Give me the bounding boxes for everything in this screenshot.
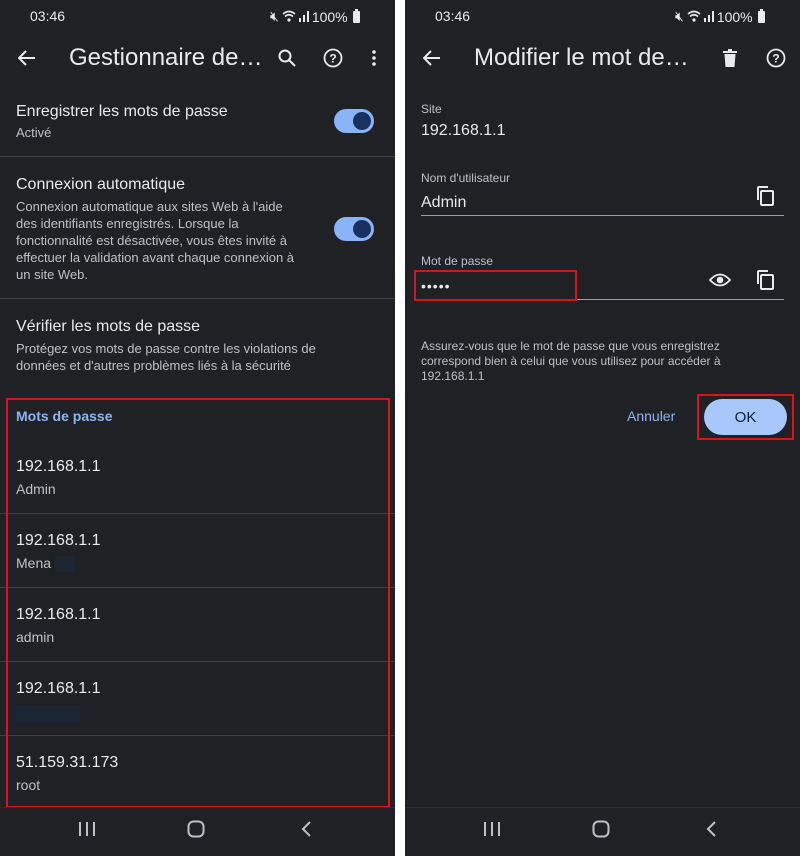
auto-signin-title: Connexion automatique [16, 176, 186, 193]
divider [0, 156, 395, 157]
copy-password-icon[interactable] [750, 265, 780, 295]
username-label: Nom d'utilisateur [421, 171, 510, 185]
status-icons: 🔇︎ 100% [270, 8, 360, 25]
mute-icon: 🔇︎ [270, 8, 279, 24]
help-icon[interactable]: ? [761, 43, 791, 73]
battery-percent: 100% [311, 8, 348, 25]
password-label: Mot de passe [421, 254, 494, 268]
check-passwords-title[interactable]: Vérifier les mots de passe [16, 318, 200, 336]
highlight-box [414, 270, 577, 301]
page-title: Gestionnaire de… [69, 44, 263, 71]
check-passwords-description: Protégez vos mots de passe contre les vi… [16, 341, 316, 373]
copy-username-icon[interactable] [750, 181, 780, 211]
home-icon[interactable] [187, 820, 205, 844]
toggle-knob [353, 112, 371, 130]
highlight-box [6, 398, 390, 808]
cancel-button[interactable]: Annuler [627, 408, 675, 424]
wifi-icon [282, 9, 296, 25]
auto-signin-description: Connexion automatique aux sites Web à l'… [16, 199, 295, 282]
back-nav-icon[interactable] [300, 820, 312, 843]
battery-icon [352, 8, 360, 23]
wifi-icon [687, 9, 701, 25]
recent-apps-icon[interactable] [78, 820, 96, 843]
page-title: Modifier le mot de… [474, 44, 689, 71]
divider [0, 298, 395, 299]
password-hint-text: Assurez-vous que le mot de passe que vou… [421, 339, 721, 383]
save-passwords-status: Activé [16, 125, 52, 140]
battery-icon [757, 8, 765, 23]
battery-percent: 100% [716, 8, 753, 25]
site-label: Site [421, 102, 442, 116]
password-manager-screen: 03:46 🔇︎ 100% Gestionnaire de… ? Enregis… [0, 0, 395, 856]
username-field[interactable]: Admin [421, 194, 466, 212]
more-options-icon[interactable] [359, 43, 389, 73]
status-time: 03:46 [435, 8, 471, 24]
save-passwords-toggle[interactable] [334, 109, 374, 133]
edit-password-screen: 03:46 🔇︎ 100% Modifier le mot de… ? Site… [405, 0, 800, 856]
auto-signin-toggle[interactable] [334, 217, 374, 241]
mute-icon: 🔇︎ [675, 8, 684, 24]
search-icon[interactable] [272, 43, 302, 73]
back-nav-icon[interactable] [705, 820, 717, 843]
signal-icon [703, 9, 714, 25]
signal-icon [298, 9, 309, 25]
toggle-knob [353, 220, 371, 238]
svg-text:?: ? [329, 52, 336, 66]
navigation-bar [405, 807, 800, 856]
highlight-box [697, 394, 794, 440]
username-underline [421, 215, 784, 216]
show-password-eye-icon[interactable] [705, 265, 735, 295]
recent-apps-icon[interactable] [483, 820, 501, 843]
back-arrow-icon[interactable] [417, 43, 447, 73]
svg-text:?: ? [772, 52, 779, 66]
status-time: 03:46 [30, 8, 66, 24]
home-icon[interactable] [592, 820, 610, 844]
back-arrow-icon[interactable] [12, 43, 42, 73]
delete-icon[interactable] [715, 43, 745, 73]
site-value: 192.168.1.1 [421, 122, 506, 139]
navigation-bar [0, 807, 395, 856]
status-icons: 🔇︎ 100% [675, 8, 765, 25]
help-icon[interactable]: ? [318, 43, 348, 73]
save-passwords-title: Enregistrer les mots de passe [16, 103, 228, 120]
